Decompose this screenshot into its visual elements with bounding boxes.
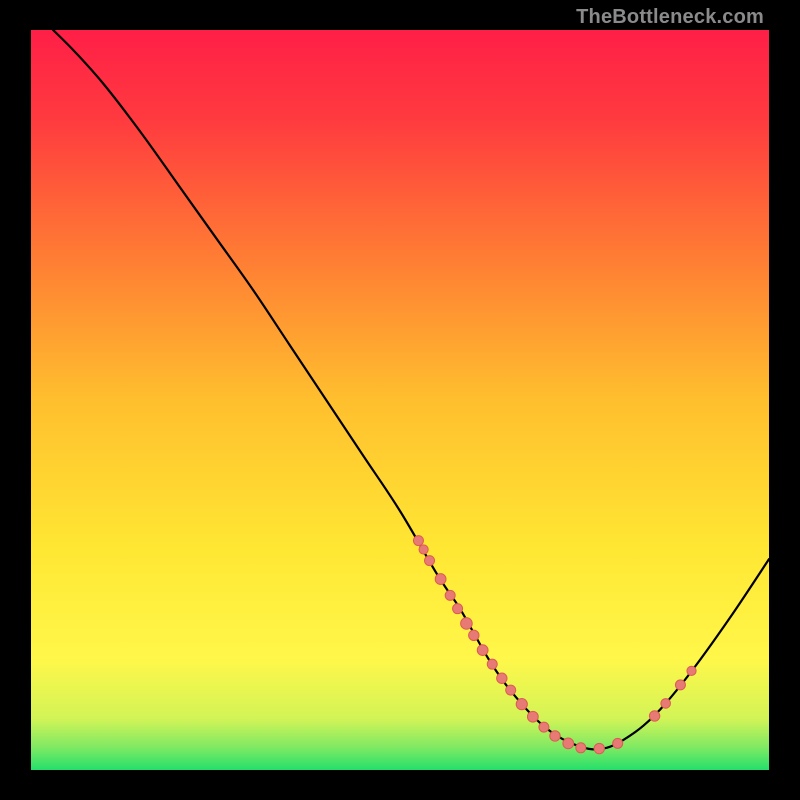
curve-marker: [487, 659, 497, 669]
curve-marker: [425, 556, 435, 566]
curve-marker: [594, 743, 604, 753]
curve-marker: [477, 645, 488, 656]
curve-marker: [613, 738, 623, 748]
curve-marker: [453, 604, 463, 614]
curve-marker: [687, 666, 696, 675]
chart-svg: [31, 30, 769, 770]
gradient-background: [31, 30, 769, 770]
curve-marker: [461, 618, 473, 630]
curve-marker: [506, 685, 516, 695]
curve-marker: [661, 699, 671, 709]
curve-marker: [550, 731, 560, 741]
curve-marker: [576, 743, 586, 753]
curve-marker: [527, 711, 538, 722]
curve-marker: [413, 536, 423, 546]
curve-marker: [649, 711, 659, 721]
curve-marker: [563, 738, 574, 749]
curve-marker: [435, 574, 446, 585]
attribution-text: TheBottleneck.com: [576, 6, 764, 29]
curve-marker: [516, 699, 527, 710]
curve-marker: [469, 630, 479, 640]
curve-marker: [419, 545, 428, 554]
curve-marker: [497, 673, 507, 683]
plot-area: [31, 30, 769, 770]
chart-stage: TheBottleneck.com: [0, 0, 800, 800]
curve-marker: [675, 680, 685, 690]
curve-marker: [539, 722, 549, 732]
curve-marker: [445, 590, 455, 600]
